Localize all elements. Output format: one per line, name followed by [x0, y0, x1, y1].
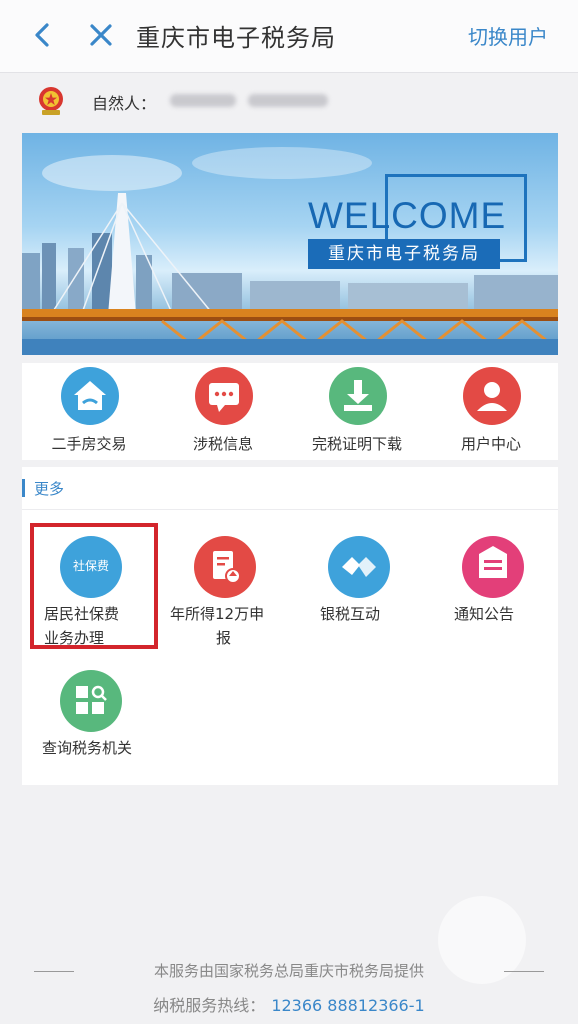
hotline-numbers[interactable]: 12366 88812366-1 [271, 996, 424, 1015]
welcome-text: WELCOME [308, 195, 507, 236]
notice-icon [462, 536, 524, 598]
user-info-row: 自然人： [0, 72, 578, 128]
quick-item-label: 涉税信息 [192, 435, 253, 453]
user-icon [463, 367, 521, 425]
user-type-label: 自然人： [92, 94, 157, 113]
search-office-icon [60, 670, 122, 732]
service-provider-note: 本服务由国家税务总局重庆市税务局提供 [153, 962, 424, 980]
quick-item-user-center[interactable]: 用户中心 [424, 363, 558, 460]
download-icon [329, 367, 387, 425]
service-label-line1: 通知公告 [454, 605, 515, 623]
switch-user-button[interactable]: 切换用户 [468, 21, 548, 50]
close-icon[interactable] [86, 20, 116, 50]
service-label: 年所得12万申 报 [170, 602, 264, 650]
quick-item-label: 二手房交易 [51, 435, 127, 453]
back-arrow-icon[interactable] [28, 20, 58, 50]
handshake-icon [328, 536, 390, 598]
service-label-line1: 查询税务机关 [42, 739, 133, 757]
more-section-title: 更多 [34, 480, 65, 498]
house-icon [61, 367, 119, 425]
service-label-line2: 报 [216, 629, 232, 647]
welcome-subtitle: 重庆市电子税务局 [308, 239, 500, 269]
highlight-box [30, 523, 158, 649]
quick-item-second-hand-house[interactable]: 二手房交易 [22, 363, 156, 460]
message-icon [195, 367, 253, 425]
more-section-header: 更多 [22, 467, 558, 510]
masked-user-id [248, 94, 328, 107]
quick-item-label: 完税证明下载 [311, 435, 402, 453]
service-label-line1: 银税互动 [320, 605, 381, 623]
hotline-row: 纳税服务热线： 12366 88812366-1 [0, 992, 578, 1016]
section-accent-bar [22, 479, 25, 497]
masked-user-name [170, 94, 236, 107]
tax-report-icon [194, 536, 256, 598]
quick-item-tax-certificate-download[interactable]: 完税证明下载 [290, 363, 424, 460]
welcome-banner: WELCOME 重庆市电子税务局 [22, 133, 558, 355]
page-title: 重庆市电子税务局 [136, 24, 336, 52]
service-label: 查询税务机关 [42, 736, 132, 760]
national-emblem-icon [39, 87, 63, 115]
quick-services-row: 二手房交易 涉税信息 完税证明下载 用户中心 [22, 363, 558, 460]
service-label-line1: 年所得12万申 [170, 605, 265, 623]
top-nav-bar: 重庆市电子税务局 切换用户 [0, 0, 578, 73]
service-label: 银税互动 [320, 602, 380, 626]
quick-item-tax-info[interactable]: 涉税信息 [156, 363, 290, 460]
service-label: 通知公告 [454, 602, 514, 626]
quick-item-label: 用户中心 [460, 435, 521, 453]
more-services-panel: 更多 社保费 居民社保费 业务办理 年所得12万申 报 银税互动 通知公告 查询… [22, 467, 558, 785]
hotline-label: 纳税服务热线： [153, 996, 266, 1015]
